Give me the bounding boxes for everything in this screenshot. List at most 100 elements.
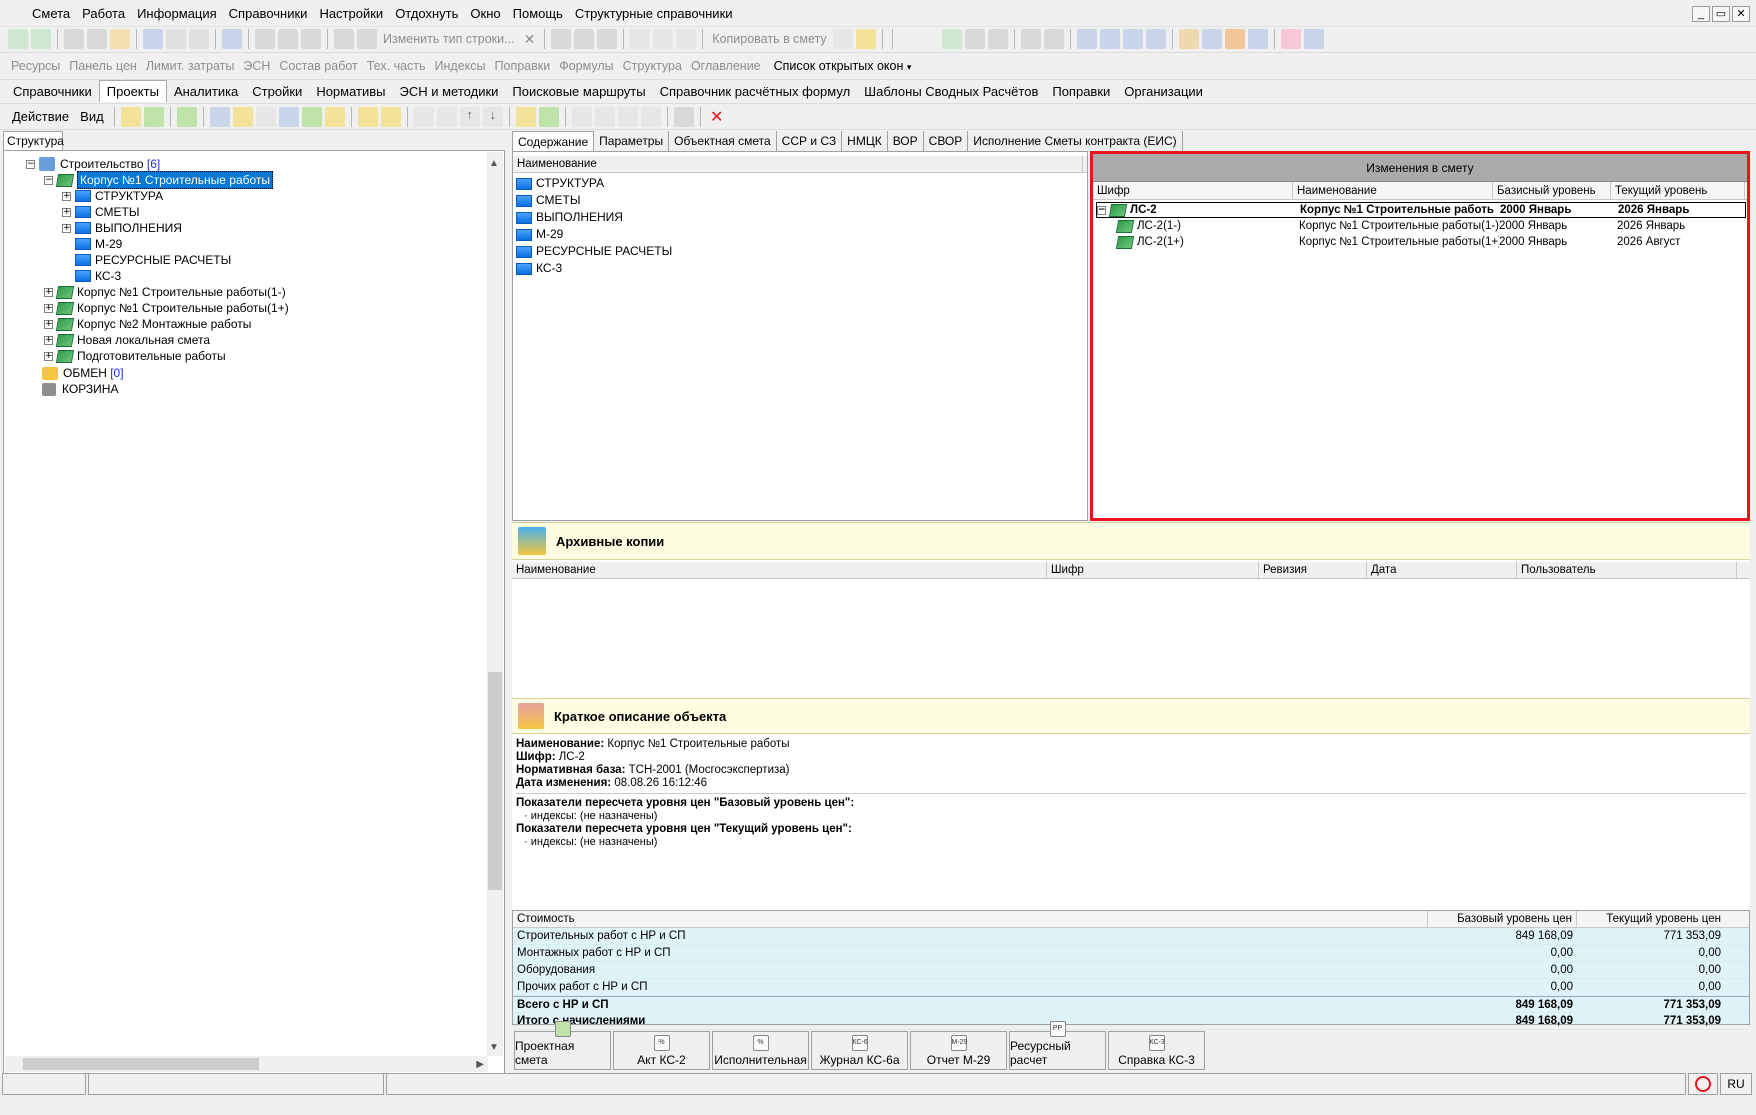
expand-icon[interactable]: + (62, 223, 71, 233)
tree-hscroll-thumb[interactable] (23, 1058, 259, 1070)
tb-sostav[interactable]: Состав работ (276, 59, 360, 73)
tree-child-structure[interactable]: + СТРУКТУРА (62, 188, 163, 204)
level-down-icon[interactable] (1122, 29, 1143, 49)
scroll-right-icon[interactable]: ▶ (476, 1057, 484, 1073)
tab-stroiki[interactable]: Стройки (245, 81, 309, 102)
p-icon[interactable] (413, 106, 434, 127)
tree-child-m29[interactable]: М-29 (75, 236, 122, 252)
tb-limit[interactable]: Лимит. затраты (143, 59, 238, 73)
undo-icon[interactable] (189, 29, 209, 49)
people-icon[interactable] (515, 106, 536, 127)
tab-nmck[interactable]: НМЦК (842, 131, 888, 151)
changes-row[interactable]: − ЛС-2 Корпус №1 Строительные работь 200… (1096, 202, 1746, 218)
delete-icon[interactable]: ✕ (521, 31, 539, 48)
pr-doc-icon[interactable] (987, 29, 1008, 49)
scroll-down-icon[interactable]: ▼ (489, 1040, 499, 1056)
copy-doc-icon[interactable] (832, 29, 853, 49)
expand-icon[interactable]: + (44, 303, 53, 313)
tab-popravki[interactable]: Поправки (1045, 81, 1117, 102)
books-pink-icon[interactable] (1280, 29, 1301, 49)
tb-popravki[interactable]: Поправки (492, 59, 554, 73)
close-window-button[interactable]: ✕ (1732, 6, 1750, 22)
tree-node-sibling[interactable]: + Корпус №2 Монтажные работы (44, 316, 251, 332)
tab-normativy[interactable]: Нормативы (309, 81, 392, 102)
m29-icon[interactable] (594, 106, 615, 127)
tab-proekty[interactable]: Проекты (98, 80, 167, 102)
tree-node-sibling[interactable]: + Новая локальная смета (44, 332, 210, 348)
import-folder-icon[interactable] (357, 106, 378, 127)
tab-esn[interactable]: ЭСН и методики (393, 81, 506, 102)
window-icon[interactable] (673, 106, 694, 127)
folder-up-icon[interactable] (120, 106, 141, 127)
btn-journal-ks6a[interactable]: КС-6 Журнал КС-6а (811, 1031, 908, 1070)
collapse-icon[interactable]: − (26, 159, 35, 169)
cut-icon[interactable] (630, 29, 651, 49)
hammer-icon[interactable] (1178, 29, 1199, 49)
indent-icon[interactable] (1076, 29, 1097, 49)
expand-icon[interactable]: + (44, 335, 53, 345)
tab-templates[interactable]: Шаблоны Сводных Расчётов (857, 81, 1045, 102)
menu-item-struct-sprav[interactable]: Структурные справочники (569, 6, 739, 21)
tb-esn[interactable]: ЭСН (240, 59, 273, 73)
expand-icon[interactable]: + (62, 191, 71, 201)
tb-panel-cen[interactable]: Панель цен (66, 59, 140, 73)
restore-button[interactable]: ▭ (1712, 6, 1730, 22)
tab-formulas[interactable]: Справочник расчётных формул (653, 81, 858, 102)
tab-contract-execution[interactable]: Исполнение Сметы контракта (ЕИС) (968, 131, 1183, 151)
menu-item-rabota[interactable]: Работа (76, 6, 131, 21)
contents-item[interactable]: СТРУКТУРА (516, 175, 1084, 192)
row-insert-icon[interactable] (255, 29, 275, 49)
menu-item-okno[interactable]: Окно (464, 6, 506, 21)
building-icon[interactable] (232, 106, 253, 127)
tree-node-root[interactable]: − Строительство [6] (26, 156, 160, 172)
tab-svor[interactable]: СВОР (924, 131, 969, 151)
helmet-icon[interactable] (1224, 29, 1245, 49)
contents-item[interactable]: М-29 (516, 226, 1084, 243)
view-menu[interactable]: Вид (76, 109, 108, 124)
expand-icon[interactable]: + (44, 287, 53, 297)
save-icon[interactable] (143, 29, 163, 49)
transfer-icon[interactable] (538, 106, 559, 127)
clipboard-icon[interactable] (855, 29, 876, 49)
menu-item-otdohnut[interactable]: Отдохнуть (389, 6, 464, 21)
tab-analitika[interactable]: Аналитика (167, 81, 245, 102)
find-icon[interactable] (110, 29, 130, 49)
tab-organizations[interactable]: Организации (1117, 81, 1210, 102)
tb-struktura[interactable]: Структура (620, 59, 685, 73)
tb-indexes[interactable]: Индексы (432, 59, 489, 73)
close-red-icon[interactable]: ✕ (707, 107, 727, 127)
expand-icon[interactable]: + (44, 351, 53, 361)
collapse-icon[interactable]: − (1097, 205, 1106, 215)
btn-project-estimate[interactable]: Проектная смета (514, 1021, 611, 1070)
row-copy-icon[interactable] (278, 29, 298, 49)
changes-row[interactable]: ЛС-2(1+) Корпус №1 Строительные работы(1… (1115, 234, 1680, 250)
books-blue-icon[interactable] (1303, 29, 1324, 49)
copy-icon[interactable] (653, 29, 674, 49)
language-indicator[interactable]: RU (1720, 1073, 1752, 1095)
contents-item[interactable]: РЕСУРСНЫЕ РАСЧЕТЫ (516, 243, 1084, 260)
comment-icon[interactable] (301, 29, 321, 49)
tree2-icon[interactable] (1043, 29, 1064, 49)
tb-resursy[interactable]: Ресурсы (8, 59, 63, 73)
doc-yellow-icon[interactable] (324, 106, 345, 127)
tab-spravochniki[interactable]: Справочники (6, 81, 99, 102)
pr-icon[interactable] (436, 106, 457, 127)
outdent-icon[interactable] (1099, 29, 1120, 49)
chart-icon[interactable] (209, 106, 230, 127)
tab-parametry[interactable]: Параметры (594, 131, 670, 151)
book-icon[interactable] (941, 29, 962, 49)
refresh-green-icon[interactable] (176, 106, 197, 127)
tree-node-exchange[interactable]: ОБМЕН [0] (42, 365, 124, 381)
tb-tech[interactable]: Тех. часть (364, 59, 429, 73)
tree-node-selected[interactable]: − Корпус №1 Строительные работы (44, 171, 274, 189)
tree-node-trash[interactable]: КОРЗИНА (42, 381, 118, 397)
tree-vscroll-thumb[interactable] (488, 672, 502, 890)
tab-search-routes[interactable]: Поисковые маршруты (505, 81, 652, 102)
tab-soderzhanie[interactable]: Содержание (512, 130, 595, 152)
export-folder-icon[interactable] (380, 106, 401, 127)
tree-node-sibling[interactable]: + Корпус №1 Строительные работы(1+) (44, 300, 289, 316)
pp-icon[interactable] (617, 106, 638, 127)
tree-icon[interactable] (1020, 29, 1041, 49)
contents-item[interactable]: ВЫПОЛНЕНИЯ (516, 209, 1084, 226)
refresh-icon[interactable] (166, 29, 186, 49)
